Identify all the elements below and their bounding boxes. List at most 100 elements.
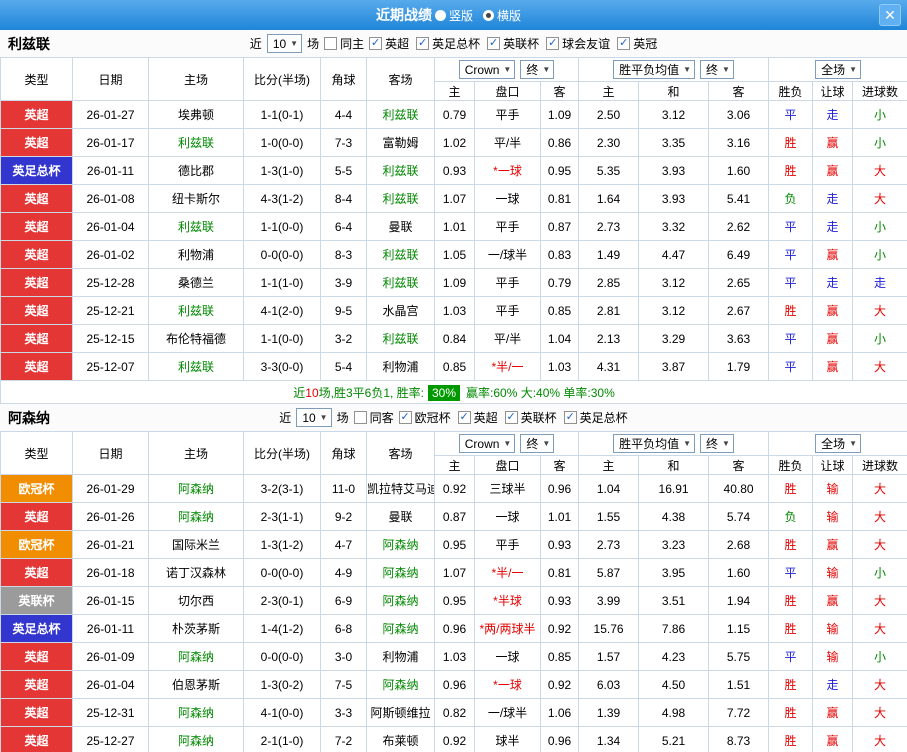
result-handicap: 输 [813, 559, 853, 587]
avg-odds-win: 5.87 [579, 559, 639, 587]
result-handicap: 输 [813, 615, 853, 643]
section-header: 阿森纳 近 10▼ 场 同客 ✓欧冠杯✓英超✓英联杯✓英足总杯 [0, 404, 907, 431]
checkbox-checked-icon[interactable]: ✓ [505, 411, 518, 424]
league-filter[interactable]: ✓英足总杯 [564, 409, 628, 426]
chevron-down-icon: ▼ [849, 65, 857, 74]
result-handicap: 赢 [813, 129, 853, 157]
checkbox-checked-icon[interactable]: ✓ [617, 37, 630, 50]
match-row: 英超25-12-31阿森纳4-1(0-0)3-3阿斯顿维拉0.82一/球半1.0… [1, 699, 907, 727]
close-button[interactable]: ✕ [879, 4, 901, 26]
away-team: 阿森纳 [367, 671, 435, 699]
handicap-line: 一/球半 [475, 699, 541, 727]
handicap-odds-away: 1.09 [541, 101, 579, 129]
avg-final-select[interactable]: 终▼ [700, 60, 734, 79]
checkbox-checked-icon[interactable]: ✓ [369, 37, 382, 50]
avg-odds-win: 3.99 [579, 587, 639, 615]
league-filter[interactable]: ✓英超 [369, 35, 409, 52]
avg-odds-lose: 5.75 [709, 643, 769, 671]
col-home: 主场 [149, 58, 244, 101]
same-venue-filter[interactable]: 同主 [324, 35, 364, 52]
avg-odds-win: 1.57 [579, 643, 639, 671]
checkbox-checked-icon[interactable]: ✓ [416, 37, 429, 50]
league-filter[interactable]: ✓英超 [458, 409, 498, 426]
home-team: 阿森纳 [149, 475, 244, 503]
checkbox-unchecked-icon[interactable] [354, 411, 367, 424]
away-team: 利兹联 [367, 241, 435, 269]
league-filter[interactable]: ✓英联杯 [505, 409, 557, 426]
result-goals: 小 [853, 325, 907, 353]
result-goals: 小 [853, 213, 907, 241]
col-avg-lose: 客 [709, 456, 769, 475]
same-venue-filter[interactable]: 同客 [354, 409, 394, 426]
avg-odds-lose: 2.67 [709, 297, 769, 325]
league-filter[interactable]: ✓英联杯 [487, 35, 539, 52]
score-halftime: 3-3(0-0) [244, 353, 321, 381]
handicap-final-select[interactable]: 终▼ [520, 434, 554, 453]
score-halftime: 2-1(1-0) [244, 727, 321, 752]
score-halftime: 0-0(0-0) [244, 241, 321, 269]
avg-odds-draw: 3.12 [639, 297, 709, 325]
horizontal-layout-label[interactable]: 横版 [497, 7, 521, 24]
chevron-down-icon: ▼ [503, 65, 511, 74]
chevron-down-icon: ▼ [542, 439, 550, 448]
col-avg-draw: 和 [639, 456, 709, 475]
avg-odds-draw: 16.91 [639, 475, 709, 503]
avg-odds-select[interactable]: 胜平负均值▼ [613, 434, 695, 453]
handicap-odds-away: 0.83 [541, 241, 579, 269]
handicap-final-select[interactable]: 终▼ [520, 60, 554, 79]
away-team: 布莱顿 [367, 727, 435, 752]
handicap-odds-away: 0.81 [541, 185, 579, 213]
corner-kicks: 4-7 [321, 531, 367, 559]
result-wdl: 负 [769, 185, 813, 213]
avg-odds-lose: 3.16 [709, 129, 769, 157]
away-team: 利物浦 [367, 643, 435, 671]
avg-odds-win: 1.64 [579, 185, 639, 213]
handicap-line: 平手 [475, 101, 541, 129]
avg-odds-draw: 3.32 [639, 213, 709, 241]
result-wdl: 平 [769, 241, 813, 269]
scope-select[interactable]: 全场▼ [815, 60, 861, 79]
avg-final-select[interactable]: 终▼ [700, 434, 734, 453]
checkbox-checked-icon[interactable]: ✓ [399, 411, 412, 424]
checkbox-checked-icon[interactable]: ✓ [487, 37, 500, 50]
odds-source-select[interactable]: Crown▼ [459, 60, 516, 79]
league-filter[interactable]: ✓欧冠杯 [399, 409, 451, 426]
handicap-odds-home: 0.96 [435, 615, 475, 643]
league-filter[interactable]: ✓英冠 [617, 35, 657, 52]
col-type: 类型 [1, 432, 73, 475]
col-result-goals: 进球数 [853, 456, 907, 475]
checkbox-unchecked-icon[interactable] [324, 37, 337, 50]
league-filter[interactable]: ✓英足总杯 [416, 35, 480, 52]
vertical-layout-radio[interactable] [435, 10, 446, 21]
match-date: 26-01-08 [73, 185, 149, 213]
match-count-select[interactable]: 10▼ [296, 408, 331, 427]
score-halftime: 4-1(0-0) [244, 699, 321, 727]
handicap-odds-away: 1.04 [541, 325, 579, 353]
result-wdl: 平 [769, 643, 813, 671]
handicap-line: 平手 [475, 531, 541, 559]
filter-bar: 近 10▼ 场 同主 ✓英超✓英足总杯✓英联杯✓球会友谊✓英冠 [250, 34, 657, 53]
corner-kicks: 9-2 [321, 503, 367, 531]
checkbox-checked-icon[interactable]: ✓ [458, 411, 471, 424]
handicap-odds-away: 0.79 [541, 269, 579, 297]
league-filter[interactable]: ✓球会友谊 [546, 35, 610, 52]
match-row: 英超26-01-27埃弗顿1-1(0-1)4-4利兹联0.79平手1.092.5… [1, 101, 907, 129]
home-team: 利兹联 [149, 297, 244, 325]
vertical-layout-label[interactable]: 竖版 [449, 7, 473, 24]
odds-source-select[interactable]: Crown▼ [459, 434, 516, 453]
match-row: 英足总杯26-01-11德比郡1-3(1-0)5-5利兹联0.93*一球0.95… [1, 157, 907, 185]
checkbox-checked-icon[interactable]: ✓ [546, 37, 559, 50]
result-handicap: 输 [813, 475, 853, 503]
result-handicap: 赢 [813, 325, 853, 353]
avg-odds-select[interactable]: 胜平负均值▼ [613, 60, 695, 79]
horizontal-layout-radio[interactable] [483, 10, 494, 21]
checkbox-checked-icon[interactable]: ✓ [564, 411, 577, 424]
league-type-badge: 英足总杯 [1, 157, 73, 185]
scope-select[interactable]: 全场▼ [815, 434, 861, 453]
match-count-select[interactable]: 10▼ [267, 34, 302, 53]
score-halftime: 1-3(1-2) [244, 531, 321, 559]
match-row: 英超25-12-15布伦特福德1-1(0-0)3-2利兹联0.84平/半1.04… [1, 325, 907, 353]
corner-kicks: 11-0 [321, 475, 367, 503]
league-filters: ✓英超 ✓英足总杯 ✓英联杯 ✓球会友谊 ✓英冠 [369, 35, 657, 52]
col-result-wdl: 胜负 [769, 82, 813, 101]
